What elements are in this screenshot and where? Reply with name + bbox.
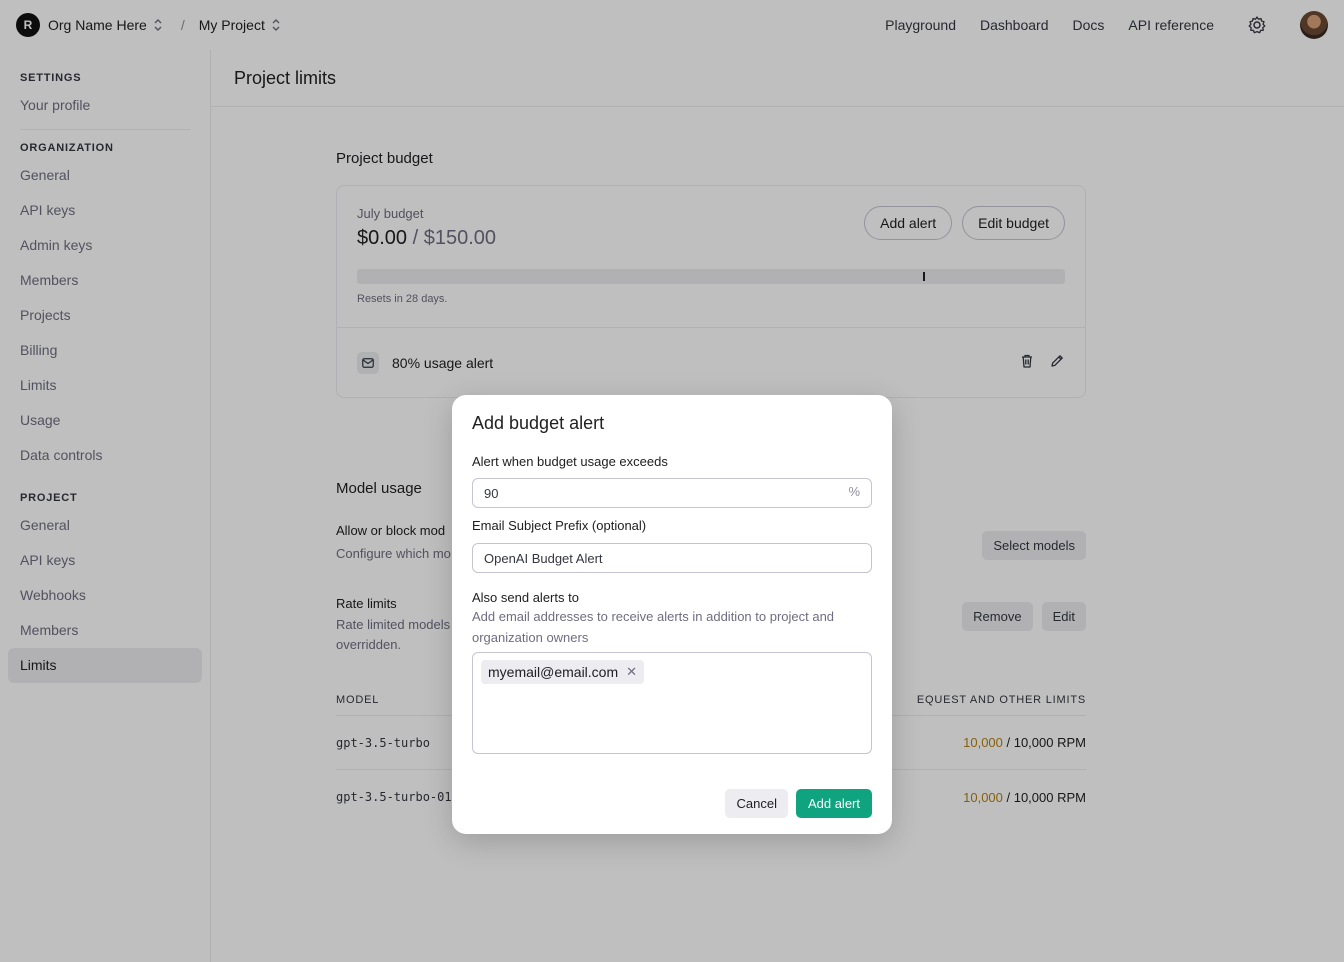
cancel-button[interactable]: Cancel [725,789,788,818]
subject-prefix-input[interactable] [472,543,872,573]
recipients-help: Add email addresses to receive alerts in… [472,609,835,645]
dialog-title: Add budget alert [472,413,605,433]
recipients-label: Also send alerts to [472,590,579,605]
email-chip: myemail@email.com ✕ [481,660,645,684]
threshold-field: % [472,478,872,508]
percent-suffix: % [848,484,860,499]
add-alert-submit-button[interactable]: Add alert [795,789,872,818]
prefix-label: Email Subject Prefix (optional) [472,518,647,533]
close-icon[interactable]: ✕ [626,664,637,680]
email-chip-label: myemail@email.com [488,664,619,680]
email-recipients-input[interactable]: myemail@email.com ✕ [472,652,872,754]
add-budget-alert-dialog: Add budget alert Alert when budget usage… [452,395,892,834]
threshold-label: Alert when budget usage exceeds [472,454,668,469]
threshold-input[interactable] [472,478,872,508]
dialog-actions: Cancel Add alert [725,789,872,818]
